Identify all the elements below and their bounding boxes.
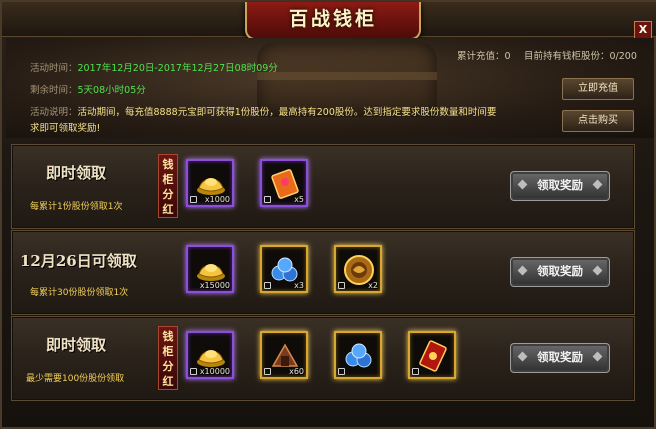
lock-icon (190, 196, 197, 203)
title-plate: 百战钱柜 (245, 2, 421, 40)
reward-slot[interactable]: x60 (260, 331, 308, 379)
lock-icon (338, 282, 345, 289)
row-title: 即时领取 (46, 336, 107, 354)
claim-reward-button[interactable]: 领取奖励 (510, 257, 610, 287)
lock-icon (264, 282, 271, 289)
click-buy-button[interactable]: 点击购买 (562, 110, 634, 132)
current-shares: 目前持有钱柜股份：0/200 (524, 51, 637, 62)
item-count: x3 (294, 281, 304, 290)
lock-icon (190, 368, 197, 375)
item-count: x60 (289, 367, 304, 376)
claim-reward-button[interactable]: 领取奖励 (510, 171, 610, 201)
row-title: 12月26日可领取 (20, 252, 137, 270)
row-title: 即时领取 (46, 164, 107, 182)
lock-icon (264, 196, 271, 203)
activity-time-value: 2017年12月20日-2017年12月27日08时09分 (77, 63, 278, 74)
reward-row-3: 即时领取 最少需要100份股份领取 钱柜分红 x10000 x60 领取奖励 (11, 316, 635, 401)
event-window: 百战钱柜 X 活动时间：2017年12月20日-2017年12月27日08时09… (0, 0, 656, 429)
description-line-2: 求即可领取奖励! (30, 123, 101, 134)
item-count: x1000 (204, 195, 230, 204)
lock-icon (338, 368, 345, 375)
close-button[interactable]: X (634, 21, 652, 39)
recharge-now-button[interactable]: 立即充值 (562, 78, 634, 100)
reward-row-1: 即时领取 每累计1份股份领取1次 钱柜分红 x1000 x5 领取奖励 (11, 144, 635, 229)
blue-orbs-icon (345, 343, 372, 368)
remaining-time: 剩余时间：5天08小时05分 (30, 85, 146, 96)
item-count: x15000 (199, 281, 230, 290)
claim-reward-button[interactable]: 领取奖励 (510, 343, 610, 373)
item-count: x10000 (199, 367, 230, 376)
reward-slot[interactable] (408, 331, 456, 379)
dividend-badge: 钱柜分红 (158, 326, 178, 390)
reward-slot[interactable] (334, 331, 382, 379)
row-subtitle: 最少需要100份股份领取 (26, 374, 125, 384)
dividend-badge: 钱柜分红 (158, 154, 178, 218)
row-subtitle: 每累计1份股份领取1次 (30, 202, 123, 212)
accumulated-recharge: 累计充值：0 (457, 51, 511, 62)
description-line-1: 活动说明：活动期间，每充值8888元宝即可获得1份股份，最高持有200股份。达到… (30, 107, 497, 118)
reward-slot[interactable]: x15000 (186, 245, 234, 293)
lock-icon (264, 368, 271, 375)
red-card-icon (419, 340, 447, 372)
lock-icon (412, 368, 419, 375)
activity-time: 活动时间：2017年12月20日-2017年12月27日08时09分 (30, 63, 278, 74)
window-title: 百战钱柜 (288, 8, 377, 30)
remaining-time-value: 5天08小时05分 (77, 85, 146, 96)
reward-slot[interactable]: x1000 (186, 159, 234, 207)
reward-slot[interactable]: x5 (260, 159, 308, 207)
reward-slot[interactable]: x3 (260, 245, 308, 293)
reward-row-2: 12月26日可领取 每累计30份股份领取1次 x15000 x3 x2 领取奖励 (11, 230, 635, 315)
row-subtitle: 每累计30份股份领取1次 (30, 288, 129, 298)
chest-band-decoration (257, 72, 437, 80)
reward-slot[interactable]: x10000 (186, 331, 234, 379)
reward-slot[interactable]: x2 (334, 245, 382, 293)
item-count: x2 (368, 281, 378, 290)
item-count: x5 (294, 195, 304, 204)
